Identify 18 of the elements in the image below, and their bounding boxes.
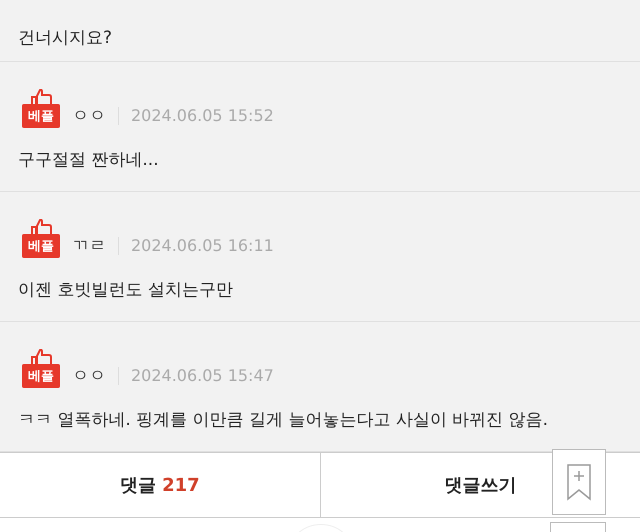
comment-date: 2024.06.05 15:52 (131, 105, 274, 127)
author-name[interactable]: ㄲㄹ (72, 234, 106, 258)
comment-text: 건너시지요? (18, 28, 112, 48)
best-badge: 베플 (22, 234, 60, 258)
thumbs-up-icon (30, 219, 52, 235)
bookmark-button[interactable] (552, 449, 606, 515)
comment-text: 이젠 호빗빌런도 설치는구만 (18, 279, 234, 302)
author-name[interactable]: ㅇㅇ (72, 104, 106, 128)
comment-text: 구구절절 짠하네... (18, 149, 160, 172)
comment-text: ㅋㅋ 열폭하네. 핑계를 이만큼 길게 늘어놓는다고 사실이 바뀌진 않음. (18, 409, 550, 432)
bookmark-add-icon (566, 463, 592, 501)
author-name[interactable]: ㅇㅇ (72, 364, 106, 388)
comment-date: 2024.06.05 16:11 (131, 235, 274, 257)
thumbs-up-icon (30, 349, 52, 365)
best-badge: 베플 (22, 104, 60, 128)
best-badge: 베플 (22, 364, 60, 388)
thumbs-up-icon (30, 89, 52, 105)
comment-date: 2024.06.05 15:47 (131, 365, 274, 387)
